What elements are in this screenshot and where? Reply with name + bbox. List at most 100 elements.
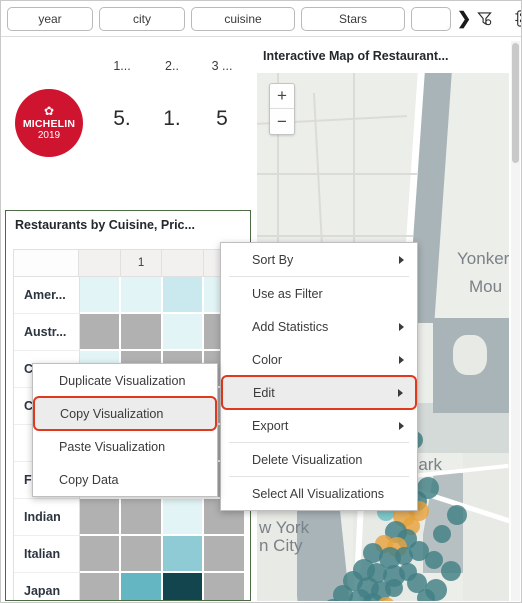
menu-item-sort-by[interactable]: Sort By [221,243,417,276]
heatmap-cell[interactable] [162,573,205,600]
map-marker[interactable] [433,525,451,543]
heatmap-cell[interactable] [162,314,205,351]
menu-item-label: Sort By [252,252,294,267]
kpi-header-3: 3 ... [211,59,233,73]
heatmap-row-label: Indian [14,499,80,536]
heatmap-col-header[interactable] [78,250,121,277]
road [257,235,413,237]
map-zoom-controls[interactable]: + − [269,83,295,135]
traffic-light-icon[interactable] [514,7,521,31]
menu-item-color[interactable]: Color [221,343,417,376]
heatmap-cell[interactable] [204,536,246,573]
heatmap-cell[interactable] [121,499,163,536]
heatmap-cell[interactable] [204,573,246,600]
map-title: Interactive Map of Restaurant... [263,49,449,63]
chip-label: city [133,11,151,26]
filter-clear-icon[interactable] [477,7,493,31]
heatmap-row[interactable]: Japan [13,573,246,600]
filter-chip-city[interactable]: city [99,6,185,31]
submenu-arrow-icon [399,322,404,331]
scrollbar-thumb[interactable] [512,43,519,163]
heatmap-corner-cell [14,250,79,277]
heatmap-col-header[interactable]: 1 [120,250,163,277]
submenu-arrow-icon [399,355,404,364]
heatmap-row[interactable]: Italian [13,536,246,573]
heatmap-cell[interactable] [162,536,205,573]
menu-item-label: Delete Visualization [252,452,363,467]
chevron-right-icon[interactable]: ❯ [457,7,471,31]
kpi-value-2: 1. [163,107,181,130]
kpi-value-1: 5. [113,107,131,130]
zoom-out-button[interactable]: − [270,109,294,134]
menu-item-label: Color [252,352,283,367]
heatmap-col-header[interactable] [162,250,205,277]
visualization-submenu[interactable]: Duplicate Visualization Copy Visualizatio… [32,363,218,497]
submenu-item-duplicate-visualization[interactable]: Duplicate Visualization [33,364,217,397]
submenu-item-copy-data[interactable]: Copy Data [33,463,217,496]
map-place-label: Mou [469,277,503,296]
submenu-arrow-icon [399,255,404,264]
filter-chip-empty[interactable] [411,6,451,31]
michelin-flower-icon: ✿ [43,103,55,118]
menu-item-label: Add Statistics [252,319,329,334]
map-vertical-scrollbar[interactable] [511,41,520,601]
menu-item-label: Copy Visualization [60,406,164,421]
kpi-value-3: 5 [216,107,228,130]
heatmap-cell[interactable] [79,536,122,573]
map-marker[interactable] [385,579,403,597]
michelin-year-text: 2019 [37,130,61,142]
top-toolbar: year city cuisine Stars ❯ [1,1,521,37]
heatmap-cell[interactable] [79,277,122,314]
app-window: year city cuisine Stars ❯ ✿ MICHELIN 201… [0,0,522,603]
menu-item-label: Duplicate Visualization [59,373,186,388]
kpi-header-2: 2.. [165,59,179,73]
menu-item-select-all-visualizations[interactable]: Select All Visualizations [221,477,417,510]
heatmap-cell[interactable] [79,499,122,536]
map-marker[interactable] [447,505,467,525]
heatmap-cell[interactable] [121,573,163,600]
heatmap-row-label: Austr... [14,314,80,351]
heatmap-cell[interactable] [79,573,122,600]
map-marker[interactable] [407,573,427,593]
kpi-header-row: 1... 2.. 3 ... [97,59,247,73]
map-place-label: n City [259,536,303,555]
heatmap-cell[interactable] [162,277,205,314]
chip-label: cuisine [224,11,262,26]
filter-chip-year[interactable]: year [7,6,93,31]
heatmap-row-label: Italian [14,536,80,573]
context-menu[interactable]: Sort By Use as Filter Add Statistics Color E… [220,242,418,511]
heatmap-cell[interactable] [121,277,163,314]
heatmap-cell[interactable] [121,314,163,351]
menu-item-export[interactable]: Export [221,409,417,442]
submenu-item-copy-visualization[interactable]: Copy Visualization [33,396,217,431]
heatmap-row[interactable]: Austr... [13,314,246,351]
submenu-item-paste-visualization[interactable]: Paste Visualization [33,430,217,463]
menu-item-add-statistics[interactable]: Add Statistics [221,310,417,343]
zoom-in-button[interactable]: + [270,84,294,109]
island-shape [453,335,487,375]
heatmap-cell[interactable] [121,536,163,573]
submenu-arrow-icon [399,421,404,430]
road [257,173,417,175]
kpi-value-row: 5. 1. 5 [97,107,247,131]
menu-item-label: Use as Filter [252,286,323,301]
map-place-label: Yonker [457,249,509,268]
heatmap-row[interactable]: Indian [13,499,246,536]
michelin-brand-text: MICHELIN [22,117,76,130]
map-marker[interactable] [425,551,443,569]
summary-panel: ✿ MICHELIN 2019 1... 2.. 3 ... 5. 1. 5 [5,39,249,203]
heatmap-cell[interactable] [79,314,122,351]
heatmap-cell[interactable] [162,499,205,536]
menu-item-delete-visualization[interactable]: Delete Visualization [221,443,417,476]
heatmap-row[interactable]: Amer... [13,277,246,314]
heatmap-header-row: 1 [13,249,246,277]
menu-item-use-as-filter[interactable]: Use as Filter [221,277,417,310]
heatmap-row-label: Amer... [14,277,80,314]
kpi-header-1: 1... [113,59,131,73]
filter-chip-cuisine[interactable]: cuisine [191,6,295,31]
map-marker[interactable] [441,561,461,581]
filter-chip-stars[interactable]: Stars [301,6,405,31]
map-place-label: w York [259,518,310,537]
menu-item-edit[interactable]: Edit [221,375,417,410]
menu-item-label: Select All Visualizations [252,486,385,501]
